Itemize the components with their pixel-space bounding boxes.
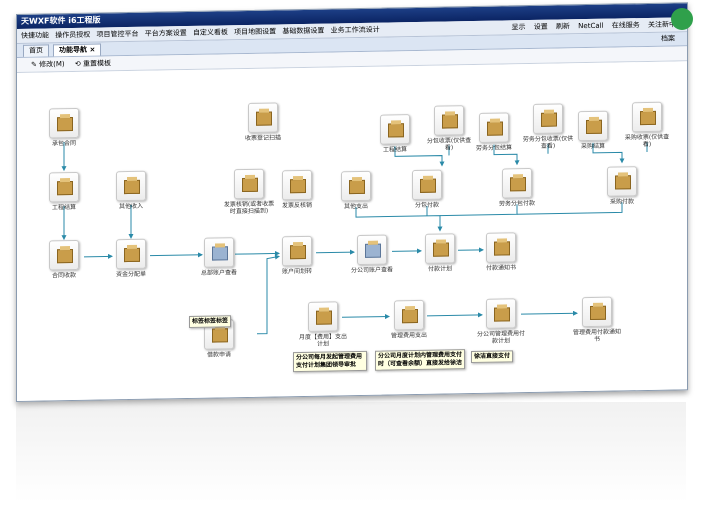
- menu-item-dashboard[interactable]: 自定义看板: [193, 25, 228, 40]
- node-branch-admin-plan[interactable]: 分公司管理费用付款计划: [477, 298, 525, 345]
- online-service-button[interactable]: 在线服务: [612, 21, 640, 29]
- server-icon: [204, 237, 234, 268]
- folder-icon: [486, 298, 516, 329]
- settings-menu[interactable]: 设置: [534, 23, 548, 31]
- refresh-button[interactable]: 刷新: [556, 22, 570, 30]
- folder-icon: [116, 170, 146, 202]
- node-labor-invoice[interactable]: 劳务分包收票(仅供查看): [523, 103, 573, 150]
- menu-item-platform-settings[interactable]: 平台方案设置: [145, 26, 187, 41]
- folder-icon: [533, 103, 563, 134]
- reset-icon: ⟲: [74, 59, 81, 68]
- app-title: 天WXF软件 i6工程版: [21, 15, 101, 26]
- node-payment-plan[interactable]: 付款计划: [422, 233, 458, 273]
- node-sub-invoice[interactable]: 分包收票(仅供查看): [427, 105, 471, 152]
- folder-icon: [425, 233, 455, 264]
- node-branch-account[interactable]: 分公司账户查看: [351, 234, 393, 274]
- netcall-button[interactable]: NetCall: [578, 22, 603, 30]
- menu-item-shortcuts[interactable]: 快捷功能: [21, 28, 49, 42]
- green-badge-icon: [671, 8, 693, 30]
- folder-icon: [380, 114, 410, 145]
- node-sub-settlement[interactable]: 工程结算: [377, 114, 413, 154]
- folder-icon: [341, 170, 371, 202]
- node-purchase-settlement[interactable]: 采购结算: [575, 110, 611, 151]
- node-project-settlement[interactable]: 工程结算: [46, 171, 82, 212]
- node-labor-payment[interactable]: 劳务分包付款: [499, 167, 535, 208]
- folder-icon: [282, 169, 312, 201]
- tag-note: 标签标签标签: [189, 315, 232, 328]
- tab-function-nav-label: 功能导航: [59, 45, 87, 55]
- menu-item-project-control[interactable]: 项目管控平台: [96, 27, 138, 42]
- edit-button[interactable]: 修改(M): [39, 60, 65, 68]
- folder-icon: [486, 232, 516, 263]
- folder-icon: [116, 238, 146, 270]
- folder-icon: [282, 235, 312, 267]
- folder-icon: [49, 239, 79, 271]
- node-hq-account[interactable]: 总部账户查看: [201, 237, 237, 277]
- reset-template-button[interactable]: 重置模板: [83, 59, 111, 67]
- edit-icon: ✎: [31, 60, 37, 69]
- node-fund-allocation[interactable]: 资金分配单: [113, 238, 149, 279]
- folder-icon: [632, 101, 662, 133]
- node-contract-receipt[interactable]: 合同收款: [46, 239, 82, 280]
- node-labor-settlement[interactable]: 劳务分包结算: [476, 112, 512, 152]
- node-other-income[interactable]: 其他收入: [113, 170, 149, 211]
- folder-icon: [234, 168, 264, 200]
- folder-icon: [607, 166, 637, 197]
- note-direct-pay: 徐洁直接支付: [471, 350, 514, 364]
- folder-icon: [502, 167, 532, 199]
- node-invoice-writeoff[interactable]: 发票核销(或者收票时直接扫描到): [224, 168, 274, 215]
- folder-icon: [578, 110, 608, 142]
- node-monthly-expense-plan[interactable]: 月度【费用】支出计划: [299, 301, 347, 348]
- flow-canvas: 承包合同 工程结算 其他收入 合同收款 资金分配单 收票登记扫描 发票核销(或者…: [17, 61, 687, 401]
- display-menu[interactable]: 显示: [511, 23, 525, 31]
- close-icon[interactable]: ×: [89, 46, 95, 54]
- server-icon: [357, 234, 387, 266]
- folder-icon: [434, 105, 464, 136]
- menu-item-base-data[interactable]: 基础数据设置: [282, 24, 324, 39]
- folder-icon: [248, 102, 278, 133]
- folder-icon: [49, 107, 79, 139]
- tab-function-nav[interactable]: 功能导航 ×: [53, 43, 102, 57]
- app-window: 天WXF软件 i6工程版 快捷功能 操作员授权 项目管控平台 平台方案设置 自定…: [16, 2, 688, 402]
- node-admin-expense[interactable]: 管理费用支出: [391, 299, 427, 339]
- node-purchase-payment[interactable]: 采购付款: [604, 166, 640, 206]
- node-sub-payment[interactable]: 分包付款: [409, 169, 445, 210]
- window-reflection: [16, 402, 686, 502]
- folder-icon: [394, 299, 424, 331]
- node-admin-payment-notice[interactable]: 管理费用付款通知书: [573, 296, 621, 344]
- node-invoice-reverse[interactable]: 发票反核销: [279, 169, 315, 210]
- menu-item-workflow[interactable]: 业务工作流设计: [331, 23, 380, 38]
- note-monthly-plan: 分公司每月发起管理费用支付计划集团领导审批: [293, 350, 367, 373]
- node-purchase-invoice[interactable]: 采购收票(仅供查看): [625, 101, 669, 149]
- folder-icon: [412, 169, 442, 201]
- folder-icon: [308, 301, 338, 332]
- node-payment-notice[interactable]: 付款通知书: [483, 232, 519, 272]
- archive-label[interactable]: 档案: [661, 32, 675, 45]
- menu-item-operator-auth[interactable]: 操作员授权: [55, 28, 90, 43]
- node-other-expense[interactable]: 其他支出: [338, 170, 374, 211]
- folder-icon: [582, 296, 612, 328]
- node-invoice-scan[interactable]: 收票登记扫描: [245, 102, 281, 142]
- note-admin-direct: 分公司月度计划内管理费用支付时（可查看余额）直接发给徐洁: [375, 349, 465, 371]
- node-account-transfer[interactable]: 账户间划转: [279, 235, 315, 276]
- tab-home[interactable]: 首页: [23, 44, 49, 57]
- node-contract[interactable]: 承包合同: [46, 107, 82, 148]
- menu-item-map-settings[interactable]: 项目地图设置: [234, 24, 276, 39]
- folder-icon: [49, 171, 79, 203]
- folder-icon: [479, 112, 509, 143]
